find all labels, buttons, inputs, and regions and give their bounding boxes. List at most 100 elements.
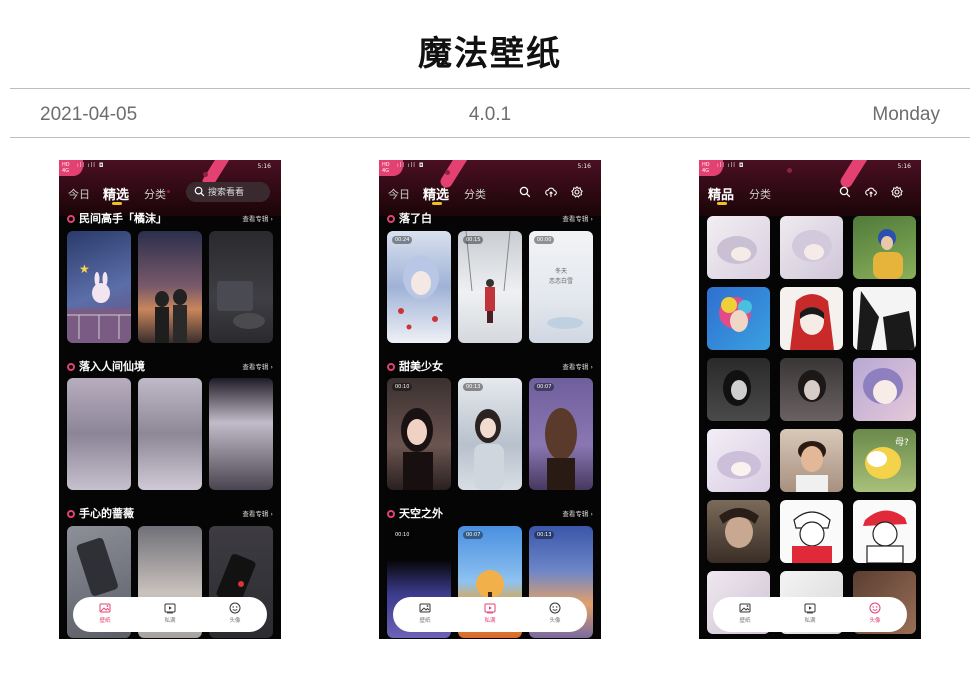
section-title: 甜美少女 (387, 358, 443, 374)
ring-bullet-icon (387, 215, 395, 223)
signal-indicators: ıll ıll ◘ (717, 162, 745, 169)
bottom-nav: 壁纸 私满 头像 (713, 597, 907, 632)
anime-girl-illustration (398, 255, 439, 330)
phone-screen-avatars: HD 4G ıll ıll ◘ 5:16 精品 分类 母? 壁纸 私满 头像 (699, 160, 921, 639)
svg-text:★: ★ (79, 262, 90, 276)
avatar-thumbnail[interactable] (707, 216, 770, 279)
tab-category[interactable]: 分类 (464, 186, 486, 202)
tab-featured[interactable]: 精选 (423, 184, 449, 203)
avatar-thumbnail[interactable]: 母? (853, 429, 916, 492)
nav-wallpaper[interactable]: 壁纸 (405, 602, 445, 624)
video-thumbnail[interactable]: 00:13 (458, 378, 522, 490)
video-duration: 00:07 (463, 531, 484, 539)
search-icon[interactable] (839, 186, 851, 198)
video-duration: 00:07 (534, 383, 555, 391)
video-icon (804, 602, 816, 614)
video-thumbnail[interactable]: 00:24 (387, 231, 451, 343)
tab-today[interactable]: 今日 (68, 186, 90, 202)
nav-wallpaper[interactable]: 壁纸 (725, 602, 765, 624)
view-album-link[interactable]: 查看专辑 › (562, 213, 593, 223)
wallpaper-thumbnail[interactable] (209, 231, 273, 343)
gear-icon[interactable] (891, 186, 903, 198)
nav-avatar[interactable]: 头像 (855, 602, 895, 624)
signal-indicators: ıll ıll ◘ (397, 162, 425, 169)
portrait-girl-photo (474, 409, 504, 490)
wallpaper-thumbnail[interactable] (67, 378, 131, 490)
avatar-thumbnail[interactable] (780, 500, 843, 563)
view-album-link[interactable]: 查看专辑 › (562, 508, 593, 518)
image-icon (739, 602, 751, 614)
svg-text:冬天: 冬天 (555, 267, 567, 275)
bottom-nav: 壁纸 私满 头像 (73, 597, 267, 632)
wallpaper-thumbnail[interactable]: ★ (67, 231, 131, 343)
video-thumbnail[interactable]: 冬天 恋恋白雪 00:00 (529, 231, 593, 343)
avatar-thumbnail[interactable] (853, 216, 916, 279)
nav-live[interactable]: 私满 (150, 602, 190, 624)
avatar-thumbnail[interactable] (853, 358, 916, 421)
section-title: 民间高手「橘沫」 (67, 210, 167, 226)
version-label: 4.0.1 (468, 104, 512, 125)
nav-avatar[interactable]: 头像 (215, 602, 255, 624)
avatar-thumbnail[interactable] (780, 216, 843, 279)
avatar-thumbnail[interactable] (780, 429, 843, 492)
gear-icon[interactable] (571, 186, 583, 198)
couple-illustration (155, 289, 187, 343)
wallpaper-thumbnail[interactable] (138, 378, 202, 490)
upload-cloud-icon[interactable] (865, 186, 877, 198)
status-time: 5:16 (257, 163, 271, 170)
tab-today[interactable]: 今日 (388, 186, 410, 202)
video-thumbnail[interactable]: 00:15 (458, 231, 522, 343)
section-title: 落了白 (387, 210, 432, 226)
wallpaper-thumbnail[interactable] (209, 378, 273, 490)
active-tab-indicator (432, 202, 442, 205)
video-icon (484, 602, 496, 614)
avatar-thumbnail[interactable] (707, 429, 770, 492)
girl-in-snow-illustration (465, 231, 511, 323)
avatar-thumbnail[interactable] (853, 287, 916, 350)
wallpaper-thumbnail[interactable] (138, 231, 202, 343)
tab-featured[interactable]: 精选 (103, 184, 129, 203)
search-icon[interactable] (519, 186, 531, 198)
video-duration: 00:13 (534, 531, 555, 539)
avatar-thumbnail[interactable] (853, 500, 916, 563)
nav-avatar[interactable]: 头像 (535, 602, 575, 624)
view-album-link[interactable]: 查看专辑 › (562, 361, 593, 371)
video-duration: 00:15 (463, 236, 484, 244)
avatar-thumbnail[interactable] (707, 500, 770, 563)
upload-cloud-icon[interactable] (545, 186, 557, 198)
view-album-link[interactable]: 查看专辑 › (242, 361, 273, 371)
svg-text:母?: 母? (895, 437, 909, 448)
ring-bullet-icon (387, 510, 395, 518)
video-duration: 00:13 (463, 383, 484, 391)
video-thumbnail[interactable]: 00:07 (529, 378, 593, 490)
image-icon (99, 602, 111, 614)
status-time: 5:16 (897, 163, 911, 170)
nav-live[interactable]: 私满 (470, 602, 510, 624)
ring-bullet-icon (67, 363, 75, 371)
search-bar[interactable]: 搜索看看 (186, 182, 270, 202)
top-divider (10, 88, 970, 89)
video-duration: 00:00 (534, 236, 555, 244)
view-album-link[interactable]: 查看专辑 › (242, 508, 273, 518)
smile-icon (869, 602, 881, 614)
video-thumbnail[interactable]: 00:10 (387, 378, 451, 490)
section-title: 天空之外 (387, 505, 443, 521)
search-placeholder: 搜索看看 (208, 188, 245, 198)
tab-category[interactable]: 分类 (749, 186, 771, 202)
bunny-illustration: ★ (67, 262, 131, 343)
avatar-thumbnail[interactable] (780, 358, 843, 421)
avatar-thumbnail[interactable] (780, 287, 843, 350)
tab-premium[interactable]: 精品 (708, 184, 734, 203)
nav-live[interactable]: 私满 (790, 602, 830, 624)
tab-category[interactable]: 分类 (144, 186, 166, 202)
image-icon (419, 602, 431, 614)
avatar-thumbnail[interactable] (707, 358, 770, 421)
phone-screen-featured: HD 4G ıll ıll ◘ 5:16 今日 精选 分类 搜索看看 民间高手「橘… (59, 160, 281, 639)
rain-scene-illustration (217, 281, 265, 329)
nav-wallpaper[interactable]: 壁纸 (85, 602, 125, 624)
weekday-label: Monday (872, 104, 940, 125)
avatar-thumbnail[interactable] (707, 287, 770, 350)
active-tab-indicator (112, 202, 122, 205)
view-album-link[interactable]: 查看专辑 › (242, 213, 273, 223)
phone-screen-videos: HD 4G ıll ıll ◘ 5:16 今日 精选 分类 落了白 查看专辑 › … (379, 160, 601, 639)
